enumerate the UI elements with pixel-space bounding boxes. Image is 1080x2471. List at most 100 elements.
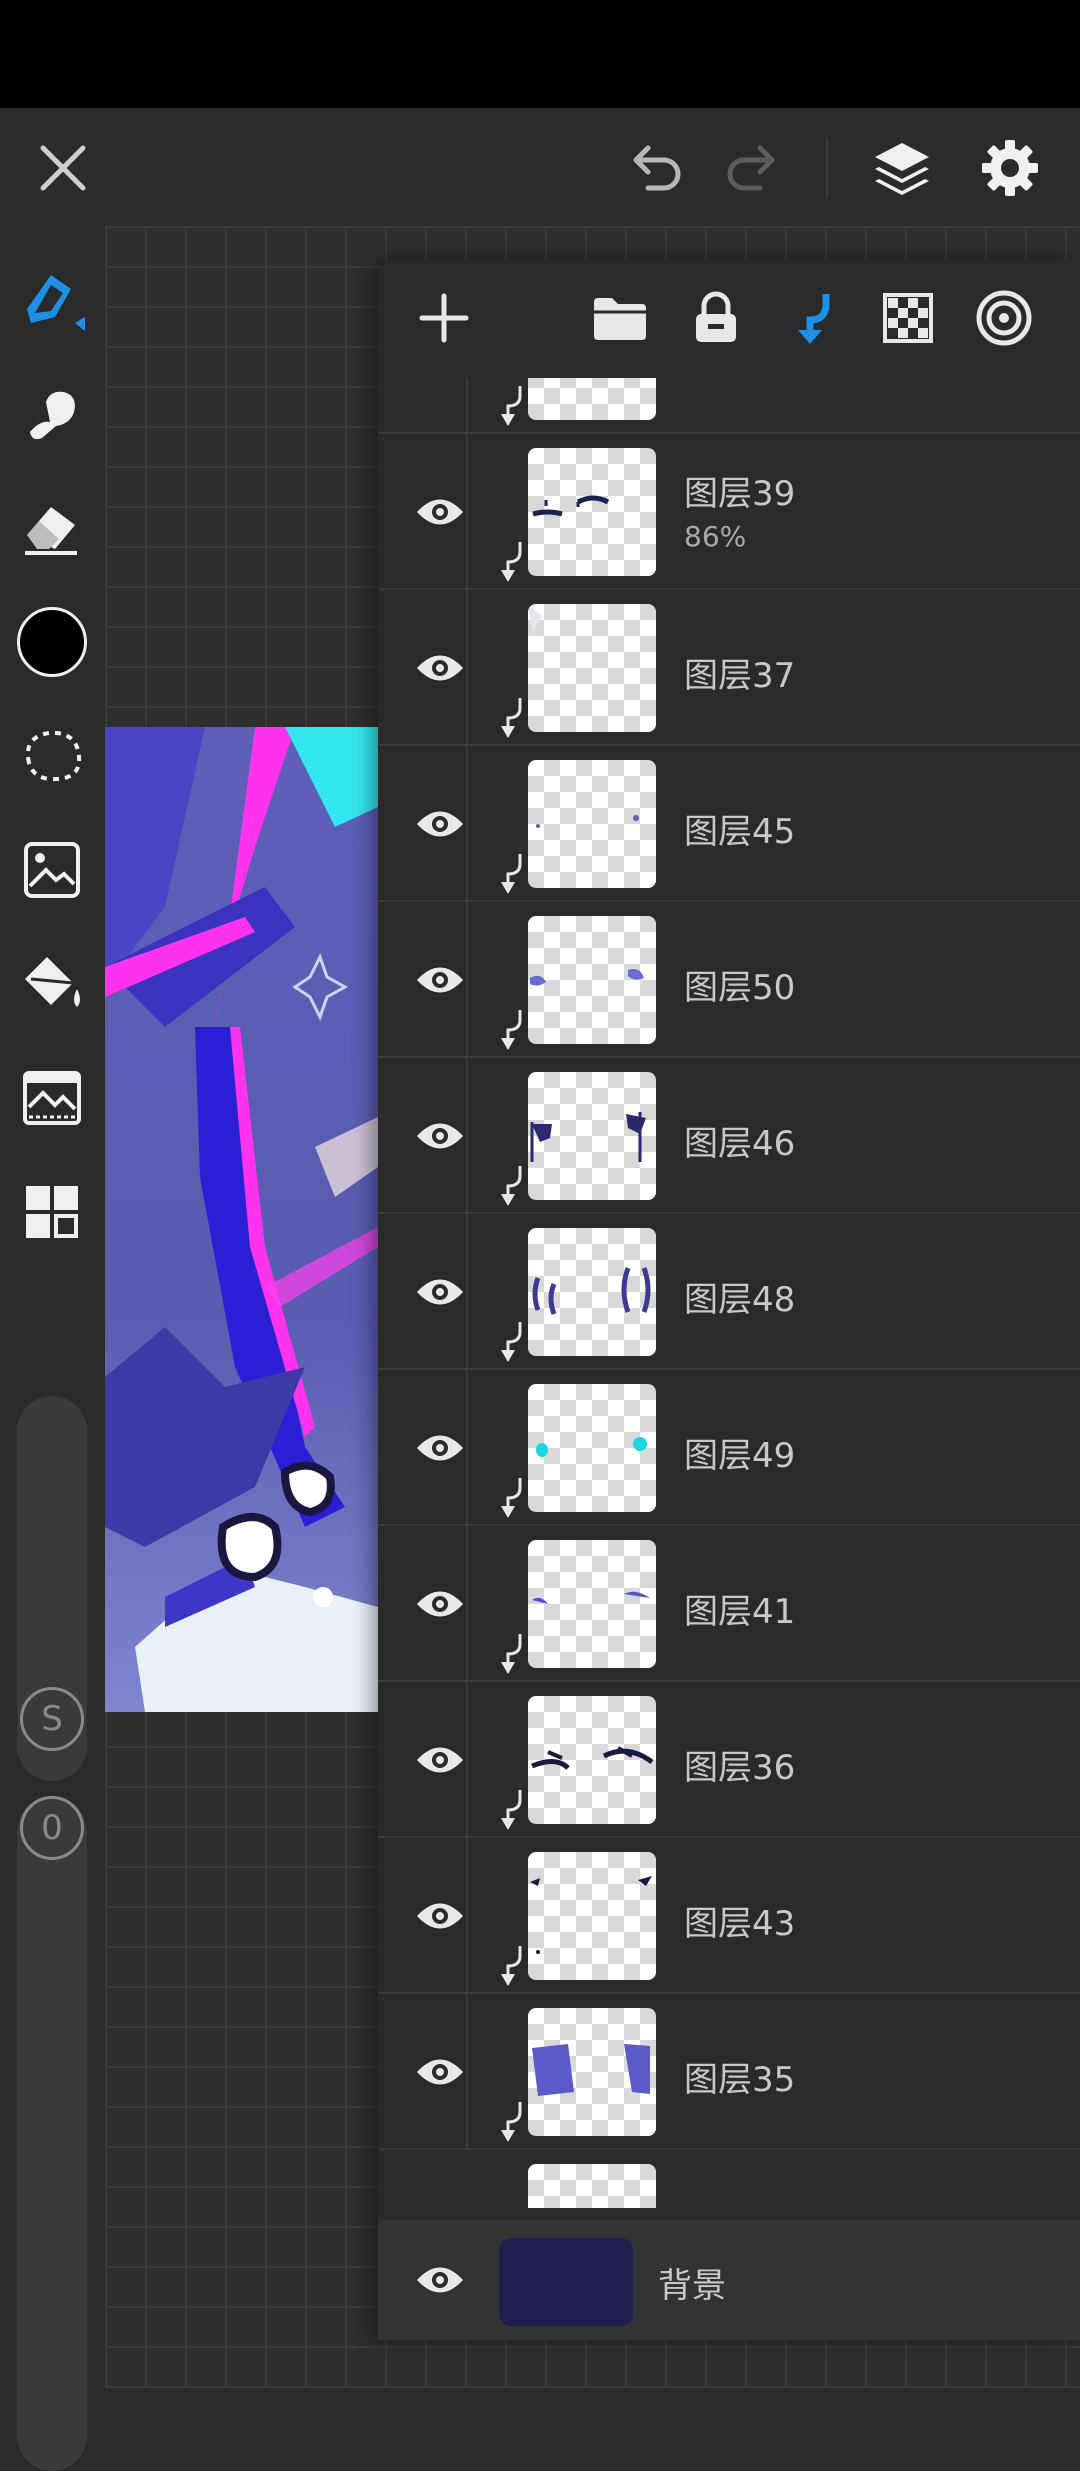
layer-thumbnail: [528, 916, 656, 1044]
layer-row[interactable]: 图层45: [378, 746, 1080, 902]
eye-icon[interactable]: [398, 2238, 482, 2322]
layer-row[interactable]: 图层35: [378, 1994, 1080, 2150]
eye-icon[interactable]: [398, 470, 482, 554]
pen-tool-icon[interactable]: [12, 260, 92, 340]
toolbar-divider: [826, 138, 828, 198]
layers-icon[interactable]: [866, 132, 938, 204]
eye-icon[interactable]: [398, 1874, 482, 1958]
row-divider: [466, 590, 468, 744]
clipping-mask-icon: [496, 1632, 526, 1676]
row-divider: [466, 1214, 468, 1368]
reference-icon[interactable]: [968, 282, 1040, 354]
brush-opacity-slider[interactable]: 0: [17, 1796, 87, 2471]
layer-name: 图层37: [684, 656, 796, 696]
row-divider: [466, 746, 468, 900]
row-divider: [466, 378, 468, 432]
layer-thumbnail: [528, 760, 656, 888]
clipping-mask-icon: [496, 1944, 526, 1988]
layer-thumbnail: [528, 1072, 656, 1200]
clipping-mask-icon: [496, 1476, 526, 1520]
row-divider: [466, 1838, 468, 1992]
redo-icon[interactable]: [716, 132, 788, 204]
clipping-mask-icon: [496, 540, 526, 584]
clipping-mask-icon: [496, 1320, 526, 1364]
eye-icon[interactable]: [398, 782, 482, 866]
layer-name: 图层36: [684, 1748, 796, 1788]
layer-thumbnail: [528, 378, 656, 420]
clipping-mask-icon: [496, 2100, 526, 2144]
eye-icon[interactable]: [398, 1562, 482, 1646]
layer-thumbnail: [528, 1228, 656, 1356]
layer-row[interactable]: 图层48: [378, 1214, 1080, 1370]
clipping-mask-icon: [496, 1788, 526, 1832]
layer-thumbnail: [528, 1852, 656, 1980]
layer-row[interactable]: 图层49: [378, 1370, 1080, 1526]
smudge-tool-icon[interactable]: [12, 374, 92, 454]
layer-thumbnail: [528, 1384, 656, 1512]
layer-row[interactable]: 图层36: [378, 1682, 1080, 1838]
eye-icon[interactable]: [398, 1250, 482, 1334]
layer-thumbnail: [528, 2008, 656, 2136]
layer-thumbnail: [528, 1696, 656, 1824]
row-divider: [466, 434, 468, 588]
clipping-mask-icon: [496, 1008, 526, 1052]
layer-row[interactable]: 图层37: [378, 590, 1080, 746]
opacity-slider-label: 0: [20, 1796, 84, 1860]
clipping-icon[interactable]: [776, 282, 848, 354]
row-divider: [466, 1682, 468, 1836]
lock-icon[interactable]: [680, 282, 752, 354]
layer-panel-toolbar: [378, 260, 1080, 378]
background-thumbnail: [499, 2238, 633, 2326]
background-layer-name: 背景: [658, 2266, 726, 2306]
layer-row[interactable]: [378, 2150, 1080, 2208]
eye-icon[interactable]: [398, 2030, 482, 2114]
layer-name: 图层46: [684, 1124, 796, 1164]
row-divider: [466, 902, 468, 1056]
close-icon[interactable]: [27, 132, 99, 204]
layer-name: 图层41: [684, 1592, 796, 1632]
layer-name: 图层49: [684, 1436, 796, 1476]
eraser-icon[interactable]: [12, 488, 92, 568]
add-layer-icon[interactable]: [408, 282, 480, 354]
layer-thumbnail: [528, 604, 656, 732]
brush-size-slider[interactable]: S: [17, 1396, 87, 1781]
filter-icon[interactable]: [12, 1058, 92, 1138]
settings-icon[interactable]: [974, 132, 1046, 204]
layer-row[interactable]: 图层43: [378, 1838, 1080, 1994]
eye-icon[interactable]: [398, 938, 482, 1022]
fill-bucket-icon[interactable]: [12, 944, 92, 1024]
eye-icon[interactable]: [398, 1406, 482, 1490]
clipping-mask-icon: [496, 852, 526, 896]
layer-row[interactable]: 图层41: [378, 1526, 1080, 1682]
layer-row[interactable]: 图层46: [378, 1058, 1080, 1214]
layer-name: 图层39: [684, 474, 796, 514]
layer-name: 图层48: [684, 1280, 796, 1320]
lasso-icon[interactable]: [12, 716, 92, 796]
layer-thumbnail: [528, 448, 656, 576]
undo-icon[interactable]: [620, 132, 692, 204]
clipping-mask-icon: [496, 1164, 526, 1208]
layer-name: 图层35: [684, 2060, 796, 2100]
artwork-canvas[interactable]: [105, 727, 378, 1712]
color-swatch[interactable]: [12, 602, 92, 682]
background-layer-row[interactable]: 背景: [378, 2220, 1080, 2340]
eye-icon[interactable]: [398, 1718, 482, 1802]
image-transform-icon[interactable]: [12, 830, 92, 910]
size-slider-label: S: [20, 1687, 84, 1751]
eye-icon[interactable]: [398, 378, 482, 398]
layer-name: 图层50: [684, 968, 796, 1008]
layer-row[interactable]: 图层39 86%: [378, 434, 1080, 590]
layer-thumbnail: [528, 1540, 656, 1668]
layer-list[interactable]: 图层40 图层39 86% 图层37 图层45 图层50 图层46 图层48 图层49 图层41 图…: [378, 378, 1080, 2208]
eye-icon[interactable]: [398, 626, 482, 710]
row-divider: [466, 1058, 468, 1212]
layer-row[interactable]: 图层50: [378, 902, 1080, 1058]
gallery-icon[interactable]: [12, 1172, 92, 1252]
layer-name: 图层43: [684, 1904, 796, 1944]
alpha-lock-icon[interactable]: [872, 282, 944, 354]
row-divider: [466, 1994, 468, 2148]
layer-name: 图层45: [684, 812, 796, 852]
eye-icon[interactable]: [398, 1094, 482, 1178]
layer-row[interactable]: 图层40: [378, 378, 1080, 434]
folder-icon[interactable]: [584, 282, 656, 354]
